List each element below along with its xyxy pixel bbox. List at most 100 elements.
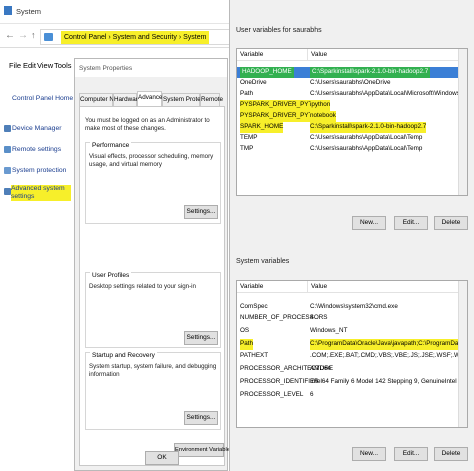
window-title: System <box>16 7 42 16</box>
performance-group: Performance Visual effects, processor sc… <box>85 142 221 224</box>
system-var-value: .COM;.EXE;.BAT;.CMD;.VBS;.VBE;.JS;.JSE;.… <box>310 352 467 359</box>
system-properties-dialog: System Properties Computer Name Hardware… <box>74 58 238 471</box>
control-panel-home-link[interactable]: Control Panel Home <box>12 95 73 102</box>
system-var-name: OS <box>240 327 250 334</box>
performance-text: Visual effects, processor scheduling, me… <box>89 153 214 168</box>
system-var-name: ComSpec <box>240 303 268 310</box>
system-variables-header: System variables <box>236 258 290 265</box>
menu-view[interactable]: View <box>37 61 53 70</box>
system-var-row[interactable]: PROCESSOR_IDENTIFIER Intel64 Family 6 Mo… <box>237 377 467 388</box>
user-var-row[interactable]: TMP C:\Users\saurabhs\AppData\Local\Temp <box>237 144 467 155</box>
system-table-scrollbar[interactable] <box>458 281 467 427</box>
title-bar: System <box>0 0 232 24</box>
window-icon <box>4 6 12 15</box>
user-table-header: Variable Value <box>237 49 467 61</box>
user-var-row[interactable]: SPARK_HOME C:\Sparkinstall\spark-2.1.0-b… <box>237 122 467 133</box>
tab-system-protection[interactable]: System Protection <box>162 93 214 106</box>
back-arrow-icon[interactable]: ← <box>5 30 15 41</box>
device-manager-icon <box>4 125 11 132</box>
user-profiles-group: User Profiles Desktop settings related t… <box>85 272 221 348</box>
variable-column-header[interactable]: Variable <box>240 49 263 61</box>
system-var-name: NUMBER_OF_PROCESSORS <box>240 314 328 321</box>
system-var-value: Intel64 Family 6 Model 142 Stepping 9, G… <box>310 378 457 385</box>
up-arrow-icon[interactable]: ↑ <box>31 30 36 40</box>
system-var-row[interactable]: ComSpec C:\Windows\system32\cmd.exe <box>237 302 467 313</box>
system-new-button[interactable]: New... <box>352 447 386 461</box>
system-protection-link[interactable]: System protection <box>12 167 66 174</box>
ok-button[interactable]: OK <box>145 451 179 465</box>
user-var-row[interactable]: Path C:\Users\saurabhs\AppData\Local\Mic… <box>237 89 467 100</box>
user-edit-button[interactable]: Edit... <box>394 216 428 230</box>
system-var-row[interactable]: Path C:\ProgramData\Oracle\Java\javapath… <box>237 339 467 350</box>
user-var-value: C:\Users\saurabhs\OneDrive <box>310 79 391 86</box>
value-column-header[interactable]: Value <box>307 281 327 293</box>
user-var-value: C:\Sparkinstall\spark-2.1.0-bin-hadoop2.… <box>310 67 431 78</box>
breadcrumb-control-panel[interactable]: Control Panel <box>64 34 106 41</box>
user-new-button[interactable]: New... <box>352 216 386 230</box>
system-var-row[interactable]: NUMBER_OF_PROCESSORS 4 <box>237 313 467 324</box>
menu-edit[interactable]: Edit <box>23 61 36 70</box>
system-delete-button[interactable]: Delete <box>434 447 468 461</box>
user-var-value: C:\Users\saurabhs\AppData\Local\Microsof… <box>310 90 468 97</box>
system-var-name: PATHEXT <box>240 352 269 359</box>
user-var-value: notebook <box>310 111 336 122</box>
breadcrumb: Control Panel › System and Security › Sy… <box>61 31 210 44</box>
computer-icon <box>44 33 53 41</box>
device-manager-link[interactable]: Device Manager <box>12 125 62 132</box>
breadcrumb-system[interactable]: System <box>183 34 206 41</box>
user-profiles-settings-button[interactable]: Settings... <box>184 331 218 345</box>
user-var-value: C:\Users\saurabhs\AppData\Local\Temp <box>310 134 423 141</box>
startup-recovery-settings-button[interactable]: Settings... <box>184 411 218 425</box>
user-var-value: C:\Users\saurabhs\AppData\Local\Temp <box>310 145 423 152</box>
system-var-name: PROCESSOR_IDENTIFIER <box>240 378 319 385</box>
system-var-value: AMD64 <box>310 365 331 372</box>
tab-remote[interactable]: Remote <box>200 93 223 106</box>
environment-variables-button[interactable]: Environment Variables... <box>174 443 238 457</box>
advanced-tab-panel: You must be logged on as an Administrato… <box>79 106 238 466</box>
user-var-name: OneDrive <box>240 79 267 86</box>
system-var-row[interactable]: PROCESSOR_ARCHITECTURE AMD64 <box>237 364 467 375</box>
system-variables-table: Variable Value ComSpec C:\Windows\system… <box>236 280 468 428</box>
startup-recovery-text: System startup, system failure, and debu… <box>89 363 217 378</box>
user-profiles-text: Desktop settings related to your sign-in <box>89 283 196 290</box>
user-variables-table: Variable Value HADOOP_HOME C:\Sparkinsta… <box>236 48 468 196</box>
variable-column-header[interactable]: Variable <box>240 281 263 293</box>
performance-settings-button[interactable]: Settings... <box>184 205 218 219</box>
admin-note: You must be logged on as an Administrato… <box>85 117 210 132</box>
menu-tools[interactable]: Tools <box>54 61 72 70</box>
menu-file[interactable]: File <box>9 61 21 70</box>
breadcrumb-system-security[interactable]: System and Security <box>113 34 177 41</box>
system-var-value: 4 <box>310 314 314 321</box>
user-delete-button[interactable]: Delete <box>434 216 468 230</box>
user-var-row[interactable]: PYSPARK_DRIVER_PYTHON_... notebook <box>237 111 467 122</box>
remote-settings-link[interactable]: Remote settings <box>12 146 61 153</box>
system-protection-icon <box>4 167 11 174</box>
user-var-row[interactable]: OneDrive C:\Users\saurabhs\OneDrive <box>237 78 467 89</box>
value-column-header[interactable]: Value <box>307 49 327 61</box>
system-var-value: C:\Windows\system32\cmd.exe <box>310 303 398 310</box>
system-edit-button[interactable]: Edit... <box>394 447 428 461</box>
user-table-scrollbar[interactable] <box>458 49 467 195</box>
tab-computer-name[interactable]: Computer Name <box>79 93 126 106</box>
system-var-value: Windows_NT <box>310 327 348 334</box>
advanced-system-settings-link[interactable]: Advanced system settings <box>11 185 71 201</box>
user-var-row[interactable]: TEMP C:\Users\saurabhs\AppData\Local\Tem… <box>237 133 467 144</box>
forward-arrow-icon[interactable]: → <box>18 30 28 41</box>
user-var-name: Path <box>240 90 253 97</box>
system-var-row[interactable]: OS Windows_NT <box>237 326 467 337</box>
tab-advanced[interactable]: Advanced <box>137 91 166 106</box>
startup-recovery-group: Startup and Recovery System startup, sys… <box>85 352 221 430</box>
user-var-row[interactable]: HADOOP_HOME C:\Sparkinstall\spark-2.1.0-… <box>237 67 467 78</box>
system-var-row[interactable]: PROCESSOR_LEVEL 6 <box>237 390 467 401</box>
user-var-name: TEMP <box>240 134 258 141</box>
address-bar[interactable]: Control Panel › System and Security › Sy… <box>40 29 230 45</box>
tab-hardware[interactable]: Hardware <box>113 93 141 106</box>
remote-settings-icon <box>4 146 11 153</box>
user-var-row[interactable]: PYSPARK_DRIVER_PYTHON ipython <box>237 100 467 111</box>
system-var-row[interactable]: PATHEXT .COM;.EXE;.BAT;.CMD;.VBS;.VBE;.J… <box>237 351 467 362</box>
system-var-name: Path <box>240 339 253 350</box>
system-var-name: PROCESSOR_LEVEL <box>240 391 304 398</box>
user-var-value: C:\Sparkinstall\spark-2.1.0-bin-hadoop2.… <box>310 122 427 133</box>
performance-title: Performance <box>90 142 132 149</box>
address-row: ← → ↑ Control Panel › System and Securit… <box>0 26 232 48</box>
